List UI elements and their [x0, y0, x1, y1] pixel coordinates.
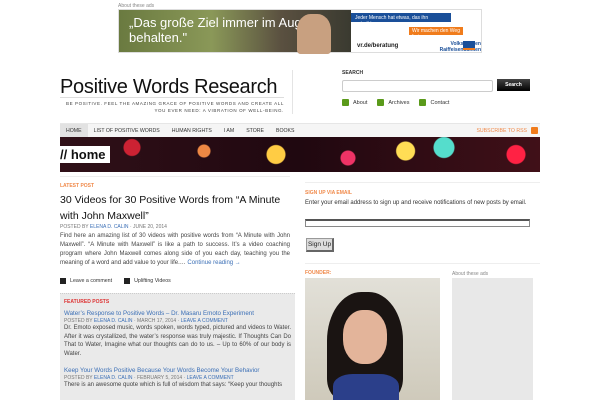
posted-by: POSTED BY — [60, 224, 89, 230]
ad-banner[interactable]: „Das große Ziel immer im Auge behalten."… — [118, 9, 482, 54]
folder-icon — [124, 278, 131, 284]
post-excerpt: Find here an amazing list of 30 videos w… — [60, 232, 290, 268]
ad-person-image — [297, 14, 331, 54]
signup-text: Enter your email address to sign up and … — [305, 200, 527, 206]
contact-link[interactable]: Contact — [419, 99, 449, 106]
site-tagline: BE POSITIVE. FEEL THE AMAZING GRACE OF P… — [65, 101, 284, 113]
featured-post: Keep Your Words Positive Because Your Wo… — [64, 367, 291, 390]
signup-button[interactable]: Sign Up — [306, 238, 334, 252]
post-meta: POSTED BY ELENA D. CALIN · JUNE 20, 2014 — [60, 224, 167, 230]
ad-line1: Jeder Mensch hat etwas, das ihn antreibt… — [351, 13, 451, 27]
hero-banner: // home — [60, 137, 540, 172]
site-title[interactable]: Positive Words Research — [60, 76, 278, 99]
nav-list-of-positive-words[interactable]: LIST OF POSITIVE WORDS — [88, 124, 166, 137]
category-label: Uplifting Videos — [134, 278, 171, 284]
comment-icon — [60, 278, 66, 284]
author-link[interactable]: ELENA D. CALIN — [90, 224, 129, 230]
search-input[interactable] — [342, 80, 493, 92]
featured-post: Water’s Response to Positive Words – Dr.… — [64, 310, 291, 358]
ad-url: vr.de/beratung — [357, 43, 399, 49]
rss-label: SUBSCRIBE TO RSS — [476, 127, 527, 134]
post-date: · JUNE 20, 2014 — [129, 224, 167, 230]
featured-posts: FEATURED POSTS Water’s Response to Posit… — [60, 293, 295, 400]
mail-icon — [419, 99, 427, 106]
ad-headline: „Das große Ziel immer im Auge behalten." — [129, 15, 309, 45]
header-links: About Archives Contact — [342, 99, 449, 106]
category-link[interactable]: Uplifting Videos — [124, 278, 171, 284]
ad-photo: „Das große Ziel immer im Auge behalten." — [119, 10, 351, 54]
side-ad-label[interactable]: About these ads — [452, 271, 488, 277]
about-link[interactable]: About — [342, 99, 367, 106]
founder-kicker: FOUNDER: — [305, 270, 332, 276]
nav-human-rights[interactable]: HUMAN RIGHTS — [166, 124, 218, 137]
link-label: About — [353, 99, 368, 106]
archive-icon — [377, 99, 385, 106]
nav-books[interactable]: BOOKS — [270, 124, 300, 137]
divider — [60, 97, 284, 98]
divider — [305, 182, 540, 183]
info-icon — [342, 99, 349, 106]
latest-post-kicker: LATEST POST — [60, 183, 95, 189]
ad-brand-panel: Jeder Mensch hat etwas, das ihn antreibt… — [351, 10, 481, 53]
main-nav: HOME LIST OF POSITIVE WORDS HUMAN RIGHTS… — [60, 123, 540, 137]
divider — [305, 263, 540, 264]
continue-reading-link[interactable]: Continue reading → — [187, 260, 240, 266]
nav-i-am[interactable]: I AM — [218, 124, 240, 137]
featured-excerpt: There is an awesome quote which is full … — [64, 382, 283, 388]
search-label: SEARCH — [342, 70, 364, 76]
post-footer: Leave a comment Uplifting Videos — [60, 278, 171, 284]
featured-post-title[interactable]: Water’s Response to Positive Words – Dr.… — [64, 310, 291, 317]
nav-store[interactable]: STORE — [240, 124, 270, 137]
ad-logo-icon — [463, 41, 475, 50]
side-ad[interactable] — [452, 278, 533, 400]
link-label: Contact — [430, 99, 450, 106]
excerpt-text: Find here an amazing list of 30 videos w… — [60, 233, 290, 266]
comment-label: Leave a comment — [70, 278, 113, 284]
search-button[interactable]: Search — [497, 79, 530, 91]
featured-post-title[interactable]: Keep Your Words Positive Because Your Wo… — [64, 367, 291, 374]
rss-icon — [531, 127, 538, 134]
subscribe-rss-link[interactable]: SUBSCRIBE TO RSS — [476, 127, 540, 134]
founder-photo — [305, 278, 440, 400]
page-heading: // home — [60, 146, 110, 163]
link-label: Archives — [388, 99, 410, 106]
nav-home[interactable]: HOME — [60, 124, 88, 137]
archives-link[interactable]: Archives — [377, 99, 409, 106]
featured-excerpt: Dr. Emoto exposed music, words spoken, w… — [64, 325, 291, 357]
email-input[interactable] — [305, 219, 530, 227]
signup-kicker: SIGN UP VIA EMAIL — [305, 190, 352, 196]
divider — [292, 70, 293, 114]
leave-comment-link[interactable]: Leave a comment — [60, 278, 112, 284]
ad-line2: Wir machen den Weg frei. — [409, 27, 463, 40]
divider — [60, 176, 290, 177]
featured-kicker: FEATURED POSTS — [64, 299, 110, 305]
post-title[interactable]: 30 Videos for 30 Positive Words from “A … — [60, 192, 290, 224]
